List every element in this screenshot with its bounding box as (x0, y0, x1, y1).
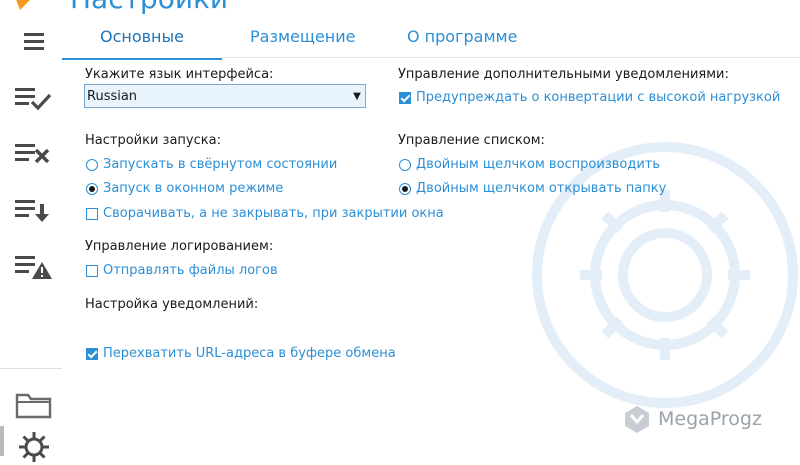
startup-window-label: Запуск в оконном режиме (103, 181, 284, 196)
dblclick-play-radio[interactable]: Двойным щелчком воспроизводить (399, 157, 660, 172)
logging-label: Управление логированием: (85, 239, 274, 254)
minimize-on-close-checkbox[interactable]: Сворачивать, а не закрывать, при закрыти… (86, 206, 444, 221)
sidebar-item-removed[interactable] (12, 138, 56, 172)
list-check-icon (15, 88, 52, 111)
send-logs-label: Отправлять файлы логов (103, 263, 278, 278)
send-logs-checkbox[interactable]: Отправлять файлы логов (86, 263, 278, 278)
brand-mark-icon (625, 406, 649, 433)
notifications-label: Настройка уведомлений: (85, 297, 259, 312)
sidebar (0, 0, 62, 462)
menu-button[interactable] (12, 24, 56, 58)
startup-window-radio[interactable]: Запуск в оконном режиме (86, 181, 283, 196)
checkbox-checked-icon (86, 347, 98, 360)
sidebar-divider (0, 368, 62, 369)
dblclick-open-folder-label: Двойным щелчком открывать папку (416, 181, 667, 196)
sidebar-item-completed[interactable] (12, 82, 56, 116)
startup-minimized-label: Запускать в свёрнутом состоянии (103, 157, 338, 172)
clipboard-label: Перехватить URL-адреса в буфере обмена (103, 346, 396, 361)
list-warning-icon (15, 256, 52, 279)
radio-icon (86, 158, 98, 171)
language-select[interactable]: Russian ▼ (84, 84, 366, 108)
sidebar-item-downloads[interactable] (12, 194, 56, 228)
folder-icon (15, 393, 52, 419)
list-control-label: Управление списком: (398, 133, 545, 148)
tab-general[interactable]: Основные (62, 22, 222, 60)
extra-notifications-label: Управление дополнительными уведомлениями… (398, 67, 729, 82)
radio-icon (399, 158, 411, 171)
radio-selected-icon (399, 182, 411, 195)
list-remove-icon (15, 144, 50, 164)
page-title: Настройки (70, 0, 228, 14)
tab-underline (222, 57, 800, 58)
clipboard-checkbox[interactable]: Перехватить URL-адреса в буфере обмена (86, 346, 396, 361)
sidebar-item-errors[interactable] (12, 250, 56, 284)
brand-name: MegaProgz (658, 408, 762, 430)
warn-high-load-label: Предупреждать о конвертации с высокой на… (416, 90, 781, 105)
brand-logo: MegaProgz (622, 404, 762, 434)
tab-placement[interactable]: Размещение (250, 22, 356, 58)
chevron-down-icon: ▼ (353, 90, 361, 102)
checkbox-icon (86, 207, 98, 220)
warn-high-load-checkbox[interactable]: Предупреждать о конвертации с высокой на… (399, 90, 780, 105)
menu-icon (24, 33, 44, 50)
gear-watermark-icon (532, 142, 798, 408)
radio-selected-icon (86, 182, 98, 195)
gear-icon (19, 432, 49, 462)
language-select-value: Russian (87, 88, 138, 104)
dblclick-play-label: Двойным щелчком воспроизводить (416, 157, 661, 172)
app-logo-icon (16, 0, 30, 10)
minimize-on-close-label: Сворачивать, а не закрывать, при закрыти… (103, 206, 444, 221)
startup-minimized-radio[interactable]: Запускать в свёрнутом состоянии (86, 157, 337, 172)
tab-about[interactable]: О программе (407, 22, 517, 58)
checkbox-icon (86, 264, 98, 277)
dblclick-open-folder-radio[interactable]: Двойным щелчком открывать папку (399, 181, 666, 196)
sidebar-item-settings[interactable] (12, 430, 56, 464)
language-label: Укажите язык интерфейса: (85, 67, 274, 82)
startup-label: Настройки запуска: (85, 133, 221, 148)
checkbox-checked-icon (399, 91, 411, 104)
active-indicator (0, 426, 4, 456)
sidebar-item-folder[interactable] (12, 388, 56, 422)
list-download-icon (15, 200, 49, 222)
